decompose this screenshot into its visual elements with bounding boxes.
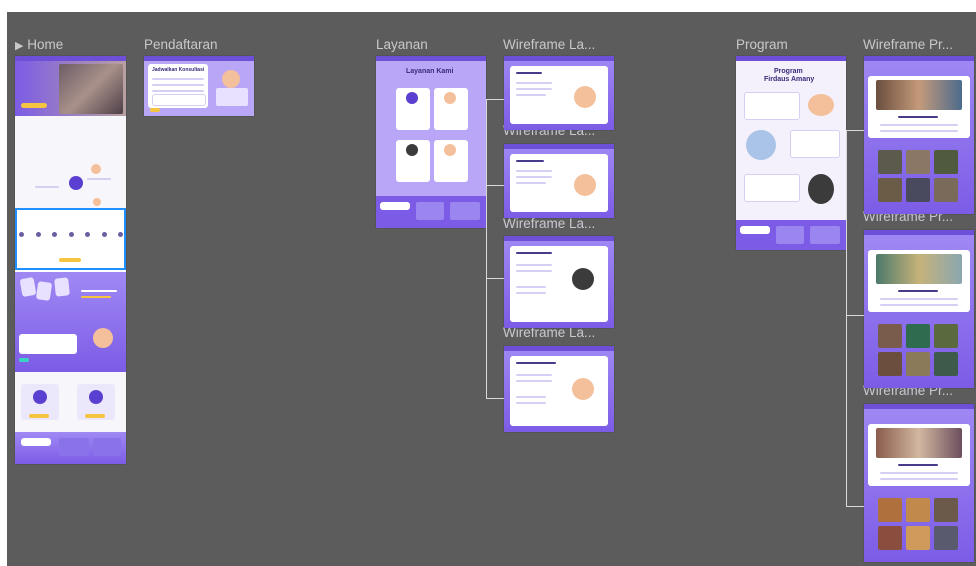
frame-layanan[interactable]: Layanan Kami xyxy=(376,56,486,228)
registration-form: Jadwalkan Konsultasi xyxy=(148,64,208,108)
frame-label-wireframe-layanan-3[interactable]: Wireframe La... xyxy=(503,216,595,231)
design-canvas[interactable]: ▶ Home Pendaftaran Layanan Wireframe La.… xyxy=(7,12,976,566)
layanan-title: Layanan Kami xyxy=(406,68,454,75)
frame-wireframe-layanan-2[interactable] xyxy=(504,144,614,218)
frame-label-wireframe-layanan[interactable]: Wireframe La... xyxy=(503,37,595,52)
frame-wireframe-program-2[interactable] xyxy=(864,230,974,388)
frame-wireframe-program-3[interactable] xyxy=(864,404,974,562)
frame-home[interactable] xyxy=(15,56,126,464)
frame-pendaftaran[interactable]: Jadwalkan Konsultasi xyxy=(144,56,254,116)
frame-label-pendaftaran[interactable]: Pendaftaran xyxy=(144,37,218,52)
frame-label-program[interactable]: Program xyxy=(736,37,788,52)
about-section xyxy=(15,116,126,208)
selection-box[interactable] xyxy=(15,208,126,270)
frame-wireframe-program-1[interactable] xyxy=(864,56,974,214)
hero-banner xyxy=(15,56,126,116)
frame-program[interactable]: Program Firdaus Amany xyxy=(736,56,846,250)
frame-wireframe-layanan-3[interactable] xyxy=(504,236,614,328)
frame-label-home[interactable]: ▶ Home xyxy=(15,37,63,52)
frame-wireframe-layanan-4[interactable] xyxy=(504,346,614,432)
footer xyxy=(15,432,126,464)
hero-photo xyxy=(59,64,123,114)
frame-wireframe-layanan-1[interactable] xyxy=(504,56,614,130)
testimonial-section xyxy=(15,272,126,372)
frame-label-layanan[interactable]: Layanan xyxy=(376,37,428,52)
hero-cta-button[interactable] xyxy=(21,103,47,108)
frame-label-wireframe-program[interactable]: Wireframe Pr... xyxy=(863,37,953,52)
play-icon[interactable]: ▶ xyxy=(15,40,23,52)
cta-section xyxy=(15,372,126,432)
